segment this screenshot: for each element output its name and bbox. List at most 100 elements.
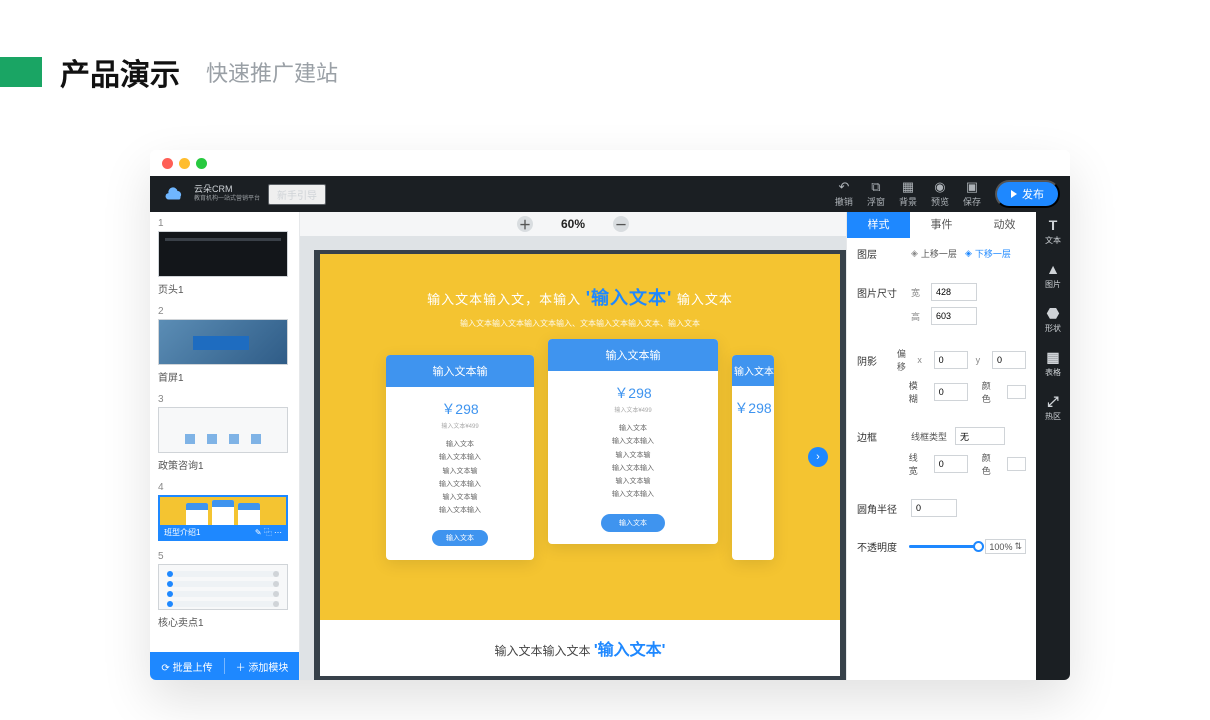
stepper-icon: ⇅	[1014, 541, 1022, 552]
float-icon: ⧉	[871, 180, 880, 193]
page-label: 核心卖点1	[158, 614, 291, 629]
shadow-label: 阴影	[857, 353, 889, 368]
subheadline[interactable]: 输入文本输入文本输入文本输入、文本输入文本输入文本、输入文本	[340, 318, 820, 329]
app-window: 云朵CRM 教育机构一站式营销平台 新手引导 ↶撤销 ⧉浮窗 ▦背景 ◉预览 ▣…	[150, 150, 1070, 680]
card-price: ￥298	[548, 383, 718, 403]
tab-event[interactable]: 事件	[910, 212, 973, 238]
canvas-area: ＋ 60% － 输入文本输入文，本输入 '输入文本' 输入文本 输入文本输入文本…	[300, 212, 846, 680]
card-price: ￥298	[386, 399, 534, 419]
tool-image[interactable]: ▲图片	[1045, 262, 1061, 290]
card-button[interactable]: 输入文本	[601, 514, 665, 532]
ruler-vertical	[300, 250, 314, 680]
brand-line2: 教育机构一站式营销平台	[194, 194, 260, 204]
width-input[interactable]	[931, 283, 977, 301]
page-item[interactable]: 2 首屏1	[158, 306, 291, 384]
headline[interactable]: 输入文本输入文，本输入 '输入文本' 输入文本	[340, 284, 820, 310]
play-icon	[1011, 190, 1017, 198]
background-button[interactable]: ▦背景	[899, 180, 917, 208]
slide-header: 产品演示 快速推广建站	[0, 50, 338, 94]
logo-icon	[160, 180, 188, 208]
shadow-color-picker[interactable]	[1007, 385, 1026, 399]
tool-text[interactable]: T文本	[1045, 218, 1061, 246]
border-color-picker[interactable]	[1007, 457, 1026, 471]
inspector-panel: 样式 事件 动效 图层 ◈上移一层 ◈下移一层 图片尺寸 宽	[846, 212, 1036, 680]
border-label: 边框	[857, 429, 903, 444]
page-label: 页头1	[158, 281, 291, 296]
add-module-button[interactable]: ＋ 添加模块	[225, 659, 299, 674]
table-icon: ▦	[1046, 350, 1059, 364]
hotspot-icon: ⤢	[1047, 394, 1058, 408]
pages-panel: 1 页头1 2 首屏1 3 政策咨询1 4	[150, 212, 300, 680]
zoom-bar: ＋ 60% －	[300, 212, 846, 236]
page-canvas[interactable]: 输入文本输入文，本输入 '输入文本' 输入文本 输入文本输入文本输入文本输入、文…	[320, 254, 840, 676]
pricing-card[interactable]: 输入文本输 ￥298 输入文本¥499 输入文本输入文本输入输入文本输输入文本输…	[386, 355, 534, 560]
brand-line1: 云朵CRM	[194, 184, 260, 194]
opacity-label: 不透明度	[857, 539, 903, 554]
text-icon: T	[1049, 218, 1058, 232]
page-thumbnail	[158, 231, 288, 277]
page-label: 政策咨询1	[158, 457, 291, 472]
undo-button[interactable]: ↶撤销	[835, 180, 853, 208]
layer-up-button[interactable]: ◈上移一层	[911, 247, 957, 260]
shadow-y-input[interactable]	[992, 351, 1026, 369]
background-icon: ▦	[902, 180, 914, 193]
height-input[interactable]	[931, 307, 977, 325]
page-thumbnail: 班型介绍1✎ ⿻ ⋯	[158, 495, 288, 541]
shadow-blur-input[interactable]	[934, 383, 968, 401]
image-icon: ▲	[1046, 262, 1060, 276]
pages-footer: ⟳ 批量上传 ＋ 添加模块	[150, 652, 299, 680]
opacity-value[interactable]: 100%⇅	[985, 539, 1026, 554]
minimize-icon[interactable]	[179, 158, 190, 169]
layer-down-icon: ◈	[965, 248, 972, 259]
zoom-out-button[interactable]: －	[613, 216, 629, 232]
card-title: 输入文本输	[386, 355, 534, 387]
carousel-next-button[interactable]: ›	[808, 447, 828, 467]
pricing-card-featured[interactable]: 输入文本输 ￥298 输入文本¥499 输入文本输入文本输入输入文本输输入文本输…	[548, 339, 718, 544]
card-features: 输入文本输入文本输入输入文本输输入文本输入输入文本输输入文本输入	[548, 422, 718, 510]
page-footer[interactable]: 输入文本输入文本 '输入文本'	[320, 620, 840, 668]
pricing-card-peek[interactable]: 输入文本输 ￥298	[732, 355, 774, 560]
card-title: 输入文本输	[548, 339, 718, 371]
newbie-guide-button[interactable]: 新手引导	[268, 184, 326, 205]
radius-input[interactable]	[911, 499, 957, 517]
page-item[interactable]: 5 核心卖点1	[158, 551, 291, 629]
card-button[interactable]: 输入文本	[432, 530, 488, 546]
border-type-select[interactable]	[955, 427, 1005, 445]
border-width-input[interactable]	[934, 455, 968, 473]
close-icon[interactable]	[162, 158, 173, 169]
tool-hotspot[interactable]: ⤢热区	[1045, 394, 1061, 422]
batch-upload-button[interactable]: ⟳ 批量上传	[150, 659, 224, 674]
page-thumbnail	[158, 564, 288, 610]
undo-icon: ↶	[838, 180, 849, 193]
size-label: 图片尺寸	[857, 285, 903, 300]
zoom-in-button[interactable]: ＋	[517, 216, 533, 232]
save-button[interactable]: ▣保存	[963, 180, 981, 208]
stage[interactable]: 输入文本输入文，本输入 '输入文本' 输入文本 输入文本输入文本输入文本输入、文…	[314, 250, 846, 680]
page-item[interactable]: 3 政策咨询1	[158, 394, 291, 472]
thumb-actions[interactable]: ✎ ⿻ ⋯	[255, 527, 282, 538]
float-button[interactable]: ⧉浮窗	[867, 180, 885, 208]
eye-icon: ◉	[934, 180, 945, 193]
page-item[interactable]: 1 页头1	[158, 218, 291, 296]
ruler-horizontal	[300, 236, 846, 250]
tool-strip: T文本 ▲图片 ⬣形状 ▦表格 ⤢热区	[1036, 212, 1070, 680]
layer-down-button[interactable]: ◈下移一层	[965, 247, 1011, 260]
tab-style[interactable]: 样式	[847, 212, 910, 238]
tool-table[interactable]: ▦表格	[1045, 350, 1061, 378]
pricing-cards: 输入文本输 ￥298 输入文本¥499 输入文本输入文本输入输入文本输输入文本输…	[340, 355, 820, 560]
tab-anim[interactable]: 动效	[973, 212, 1036, 238]
layer-up-icon: ◈	[911, 248, 918, 259]
tool-shape[interactable]: ⬣形状	[1045, 306, 1061, 334]
zoom-value: 60%	[561, 217, 585, 231]
window-titlebar	[150, 150, 1070, 176]
shadow-x-input[interactable]	[934, 351, 968, 369]
slide-title: 产品演示	[60, 50, 180, 94]
layer-label: 图层	[857, 246, 903, 261]
page-item-selected[interactable]: 4 班型介绍1✎ ⿻ ⋯	[158, 482, 291, 541]
preview-button[interactable]: ◉预览	[931, 180, 949, 208]
publish-button[interactable]: 发布	[995, 180, 1060, 208]
opacity-slider[interactable]	[909, 545, 979, 548]
slide-subtitle: 快速推广建站	[206, 56, 338, 88]
page-thumbnail	[158, 319, 288, 365]
zoom-icon[interactable]	[196, 158, 207, 169]
